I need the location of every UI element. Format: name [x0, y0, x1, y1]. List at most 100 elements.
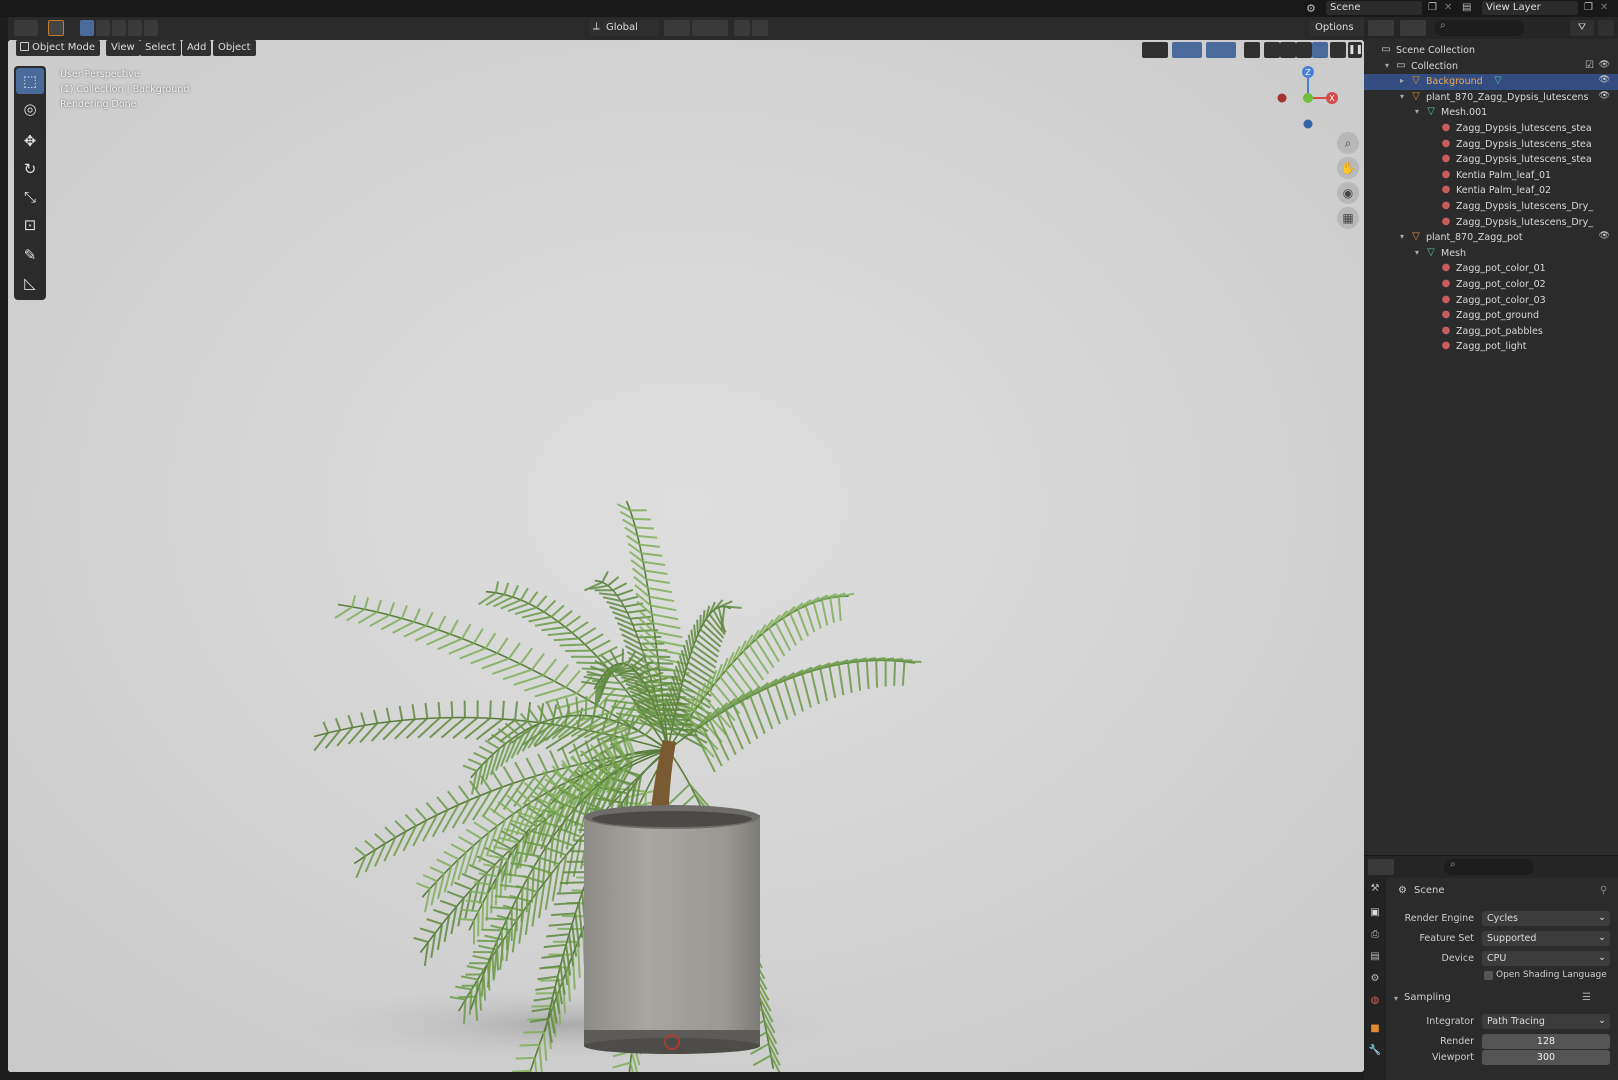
editor-type-icon[interactable]: [1368, 20, 1394, 36]
modifier-tab-icon[interactable]: 🔧: [1368, 1044, 1382, 1058]
eye-icon[interactable]: 👁: [1599, 75, 1610, 85]
render-tab-icon[interactable]: ▣: [1368, 906, 1382, 920]
expand-toggle-icon[interactable]: ▾: [1385, 61, 1389, 70]
scene-tab-icon[interactable]: ⚙: [1368, 972, 1382, 986]
menu-view[interactable]: View: [106, 40, 140, 56]
search-input[interactable]: ⌕: [1444, 859, 1534, 875]
new-collection-icon[interactable]: [1598, 20, 1614, 36]
editor-type-icon[interactable]: [1368, 859, 1394, 875]
select-tool-icon[interactable]: [48, 20, 64, 36]
annotate-icon[interactable]: ✎: [16, 242, 44, 268]
viewport-samples-field[interactable]: 300: [1482, 1050, 1610, 1065]
pin-icon[interactable]: ⚲: [1600, 885, 1607, 896]
eye-icon[interactable]: 👁: [1599, 91, 1610, 101]
view-layer-icon[interactable]: ▤: [1462, 2, 1471, 13]
xray-icon[interactable]: [1244, 42, 1260, 58]
outliner-row[interactable]: ● Zagg_pot_ground: [1364, 308, 1618, 324]
outliner-row[interactable]: ● Zagg_Dypsis_lutescens_Dry_: [1364, 215, 1618, 231]
tool-tab-icon[interactable]: ⚒: [1368, 882, 1382, 896]
outliner-row[interactable]: ● Zagg_pot_pabbles: [1364, 324, 1618, 340]
expand-toggle-icon[interactable]: ▾: [1400, 92, 1404, 101]
eye-icon[interactable]: 👁: [1599, 231, 1610, 241]
view-layer-selector[interactable]: View Layer: [1482, 1, 1578, 15]
outliner-row[interactable]: ● Zagg_pot_light: [1364, 339, 1618, 355]
transform-icon[interactable]: ⊡: [16, 212, 44, 238]
pan-hand-icon[interactable]: ✋: [1337, 157, 1359, 179]
3d-viewport[interactable]: User Perspective (1) Collection | Backgr…: [8, 40, 1364, 1072]
menu-select[interactable]: Select: [140, 40, 181, 56]
overlay-toggle-icon[interactable]: [1206, 42, 1236, 58]
feature-set-dropdown[interactable]: Supported ⌄: [1482, 931, 1610, 946]
view-layer-tab-icon[interactable]: ▤: [1368, 950, 1382, 964]
output-tab-icon[interactable]: ⎙: [1368, 928, 1382, 942]
sampling-expand-icon[interactable]: ▾: [1394, 994, 1398, 1003]
select-subtract-icon[interactable]: [112, 20, 126, 36]
display-mode-icon[interactable]: [1400, 20, 1426, 36]
scale-icon[interactable]: ⤡: [16, 184, 44, 210]
eye-icon[interactable]: 👁: [1599, 60, 1610, 70]
select-extend-icon[interactable]: [96, 20, 110, 36]
outliner-row[interactable]: ▾ ▽ plant_870_Zagg_pot 👁: [1364, 230, 1618, 246]
pivot-icon[interactable]: [664, 20, 690, 36]
scene-icon[interactable]: ⚙: [1306, 2, 1316, 15]
editor-type-icon[interactable]: [14, 20, 38, 36]
outliner-row[interactable]: ▾ ▽ Mesh.001: [1364, 105, 1618, 121]
options-dropdown[interactable]: Options: [1310, 20, 1366, 36]
new-scene-icon[interactable]: ❐: [1428, 2, 1437, 13]
select-intersect-icon[interactable]: [144, 20, 158, 36]
outliner-row[interactable]: ● Zagg_pot_color_02: [1364, 277, 1618, 293]
navigation-gizmo[interactable]: Z X: [1268, 62, 1348, 132]
device-dropdown[interactable]: CPU ⌄: [1482, 951, 1610, 966]
outliner-row[interactable]: ▾ ▽ plant_870_Zagg_Dypsis_lutescens 👁: [1364, 90, 1618, 106]
orientation-dropdown[interactable]: ⟂ Global: [590, 20, 658, 36]
filter-icon[interactable]: ⛛: [1570, 20, 1594, 36]
visibility-icon[interactable]: [1142, 42, 1168, 58]
expand-toggle-icon[interactable]: ▾: [1400, 232, 1404, 241]
material-shading-icon[interactable]: [1296, 42, 1312, 58]
outliner-row[interactable]: ● Kentia Palm_leaf_01: [1364, 168, 1618, 184]
select-box-icon[interactable]: ⬚: [16, 68, 44, 94]
move-icon[interactable]: ✥: [16, 128, 44, 154]
expand-toggle-icon[interactable]: ▾: [1415, 248, 1419, 257]
outliner-row[interactable]: ▭ Scene Collection: [1364, 43, 1618, 59]
snap-icon[interactable]: [692, 20, 728, 36]
select-difference-icon[interactable]: [128, 20, 142, 36]
sampling-panel-title[interactable]: Sampling: [1404, 992, 1451, 1003]
shading-dropdown-icon[interactable]: [1330, 42, 1346, 58]
mode-dropdown[interactable]: Object Mode: [16, 40, 100, 56]
new-view-layer-icon[interactable]: ❐: [1584, 2, 1593, 13]
menu-object[interactable]: Object: [213, 40, 256, 56]
osl-checkbox[interactable]: [1484, 971, 1493, 980]
outliner-row[interactable]: ● Zagg_pot_color_03: [1364, 293, 1618, 309]
outliner-row[interactable]: ● Zagg_Dypsis_lutescens_stea: [1364, 121, 1618, 137]
close-icon[interactable]: ✕: [1600, 2, 1608, 13]
integrator-dropdown[interactable]: Path Tracing ⌄: [1482, 1014, 1610, 1029]
gizmo-toggle-icon[interactable]: [1172, 42, 1202, 58]
rendered-shading-icon[interactable]: [1312, 42, 1328, 58]
select-new-icon[interactable]: [80, 20, 94, 36]
expand-toggle-icon[interactable]: ▾: [1415, 107, 1419, 116]
outliner-row[interactable]: ● Zagg_pot_color_01: [1364, 261, 1618, 277]
rotate-icon[interactable]: ↻: [16, 156, 44, 182]
scene-selector[interactable]: Scene: [1326, 1, 1422, 15]
wireframe-shading-icon[interactable]: [1264, 42, 1280, 58]
measure-icon[interactable]: ◺: [16, 270, 44, 296]
outliner-row[interactable]: ▾ ▭ Collection ☑ 👁: [1364, 59, 1618, 75]
outliner-row[interactable]: ● Kentia Palm_leaf_02: [1364, 183, 1618, 199]
cursor-icon[interactable]: ◎: [16, 96, 44, 122]
proportional-edit-icon[interactable]: [734, 20, 750, 36]
solid-shading-icon[interactable]: [1280, 42, 1296, 58]
render-engine-dropdown[interactable]: Cycles ⌄: [1482, 911, 1610, 926]
list-icon[interactable]: ☰: [1582, 992, 1591, 1003]
search-input[interactable]: ⌕: [1434, 20, 1524, 36]
object-tab-icon[interactable]: ■: [1368, 1022, 1382, 1036]
close-icon[interactable]: ✕: [1444, 2, 1452, 13]
pause-icon[interactable]: ❚❚: [1348, 42, 1363, 58]
zoom-icon[interactable]: ⌕: [1337, 132, 1359, 154]
perspective-grid-icon[interactable]: ▦: [1337, 207, 1359, 229]
outliner-row[interactable]: ● Zagg_Dypsis_lutescens_stea: [1364, 152, 1618, 168]
menu-add[interactable]: Add: [182, 40, 212, 56]
falloff-icon[interactable]: [752, 20, 768, 36]
exclude-checkbox[interactable]: ☑: [1585, 60, 1594, 71]
world-tab-icon[interactable]: ◍: [1368, 994, 1382, 1008]
